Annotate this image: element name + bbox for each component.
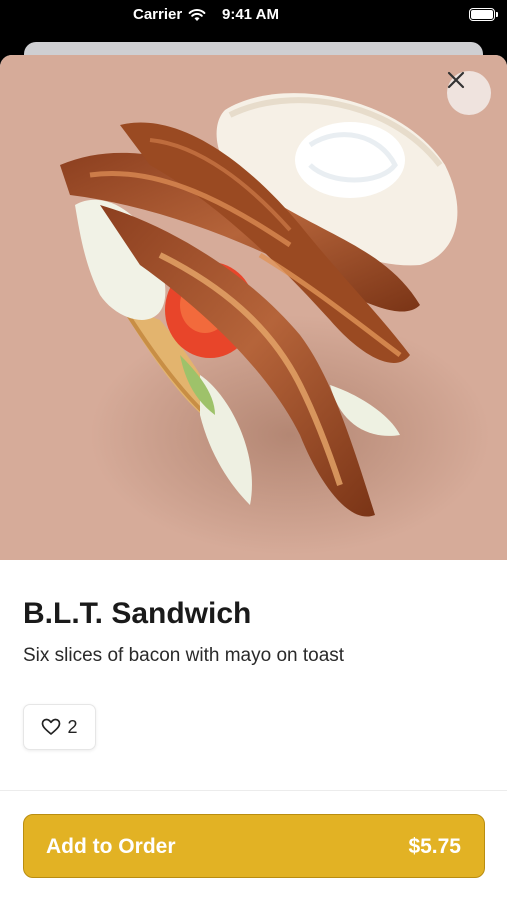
add-to-order-button[interactable]: Add to Order $5.75 bbox=[23, 814, 485, 878]
status-bar: Carrier 9:41 AM bbox=[0, 0, 507, 32]
wifi-icon bbox=[188, 8, 206, 21]
like-count: 2 bbox=[67, 716, 78, 737]
status-time: 9:41 AM bbox=[222, 6, 279, 23]
close-button[interactable] bbox=[447, 71, 491, 115]
add-to-order-label: Add to Order bbox=[46, 835, 176, 858]
sandwich-illustration bbox=[60, 93, 490, 555]
like-button[interactable]: 2 bbox=[23, 704, 96, 750]
item-description: Six slices of bacon with mayo on toast bbox=[23, 645, 345, 666]
battery-icon bbox=[469, 8, 498, 21]
carrier-group: Carrier bbox=[133, 6, 206, 23]
order-price: $5.75 bbox=[408, 835, 461, 858]
carrier-label: Carrier bbox=[133, 6, 183, 23]
item-title: B.L.T. Sandwich bbox=[23, 597, 252, 630]
footer-divider bbox=[0, 790, 507, 791]
close-icon bbox=[447, 71, 465, 89]
heart-icon bbox=[42, 718, 61, 735]
item-detail-sheet: B.L.T. Sandwich Six slices of bacon with… bbox=[0, 55, 507, 900]
item-photo bbox=[0, 55, 507, 560]
